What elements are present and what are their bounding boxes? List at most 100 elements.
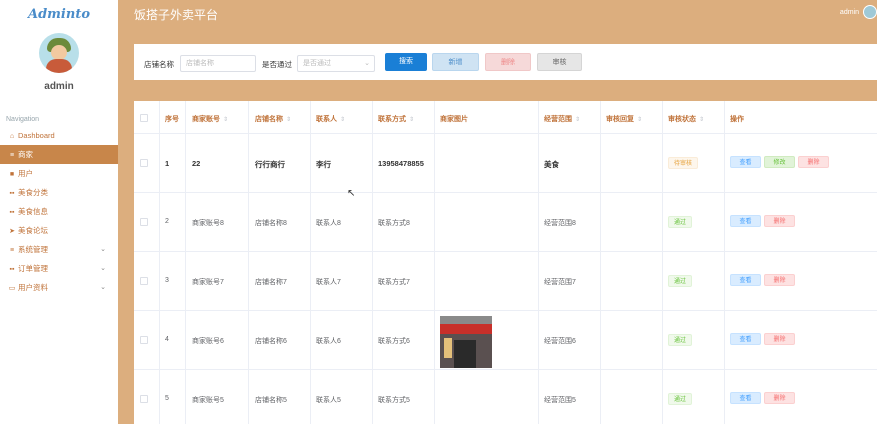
chevron-down-icon: ⌄ (100, 284, 106, 291)
column-header-account[interactable]: 商家账号 ⇕ (192, 114, 228, 124)
column-header-reply[interactable]: 审核回复 ⇕ (606, 114, 642, 124)
sidebar-item-system[interactable]: ≡ 系统管理 ⌄ (0, 240, 118, 259)
grid-icon: ▪▪ (9, 209, 15, 216)
sidebar-item-dashboard[interactable]: ⌂ Dashboard (0, 126, 118, 145)
passed-select[interactable]: 是否通过 ⌄ (297, 55, 375, 72)
column-header-phone[interactable]: 联系方式 ⇕ (378, 114, 414, 124)
merchant-image[interactable] (440, 316, 492, 368)
admin-avatar[interactable] (863, 5, 877, 19)
list-icon: ≡ (9, 247, 15, 254)
cell-contact: 李行 (316, 160, 331, 169)
cell-account: 22 (192, 159, 201, 168)
grid-icon: ▪▪ (9, 266, 15, 273)
avatar[interactable] (39, 33, 79, 73)
sort-icon[interactable]: ⇕ (409, 117, 414, 123)
cell-scope: 经营范围7 (544, 279, 576, 286)
sidebar-item-label: 系统管理 (18, 245, 48, 254)
add-button[interactable]: 新增 (432, 53, 479, 71)
delete-row-button[interactable]: 删除 (798, 156, 829, 168)
view-button[interactable]: 查看 (730, 333, 761, 345)
row-checkbox[interactable] (140, 395, 148, 403)
column-header-label: 联系方式 (378, 116, 406, 123)
cell-phone: 联系方式8 (378, 220, 410, 227)
sidebar-item-label: 美食分类 (18, 188, 48, 197)
cell-account: 商家账号5 (192, 397, 224, 404)
mouse-cursor-icon: ↖ (347, 188, 356, 199)
sort-icon[interactable]: ⇕ (637, 117, 642, 123)
status-badge: 待审核 (668, 157, 699, 169)
select-all-checkbox[interactable] (140, 114, 148, 122)
nav-section-title: Navigation (6, 116, 40, 123)
cell-contact: 联系人8 (316, 220, 341, 227)
sidebar-item-food-info[interactable]: ▪▪ 美食信息 (0, 202, 118, 221)
sort-icon[interactable]: ⇕ (340, 117, 345, 123)
cell-phone: 联系方式7 (378, 279, 410, 286)
cell-scope: 经营范围6 (544, 338, 576, 345)
sidebar-item-food-forum[interactable]: ➤ 美食论坛 (0, 221, 118, 240)
column-header-shop[interactable]: 店铺名称 ⇕ (255, 114, 291, 124)
table-row[interactable]: 4 商家账号6 店铺名称6 联系人6 联系方式6 经营范围6 通过 查看 删除 (134, 311, 877, 370)
sidebar-item-orders[interactable]: ▪▪ 订单管理 ⌄ (0, 259, 118, 278)
sidebar: Adminto admin Navigation ⌂ Dashboard ≡ 商家 … (0, 0, 118, 424)
sidebar-item-food-category[interactable]: ▪▪ 美食分类 (0, 183, 118, 202)
topbar: 饭搭子外卖平台 admin (118, 0, 877, 30)
delete-row-button[interactable]: 删除 (764, 392, 795, 404)
row-checkbox[interactable] (140, 159, 148, 167)
search-button[interactable]: 搜索 (385, 53, 427, 71)
view-button[interactable]: 查看 (730, 156, 761, 168)
cell-account: 商家账号7 (192, 279, 224, 286)
column-header-scope[interactable]: 经营范围 ⇕ (544, 114, 580, 124)
sidebar-item-merchant[interactable]: ≡ 商家 (0, 145, 118, 164)
status-badge: 通过 (668, 334, 693, 346)
chevron-down-icon: ⌄ (100, 246, 106, 253)
column-header-contact[interactable]: 联系人 ⇕ (316, 114, 345, 124)
column-header-status[interactable]: 审核状态 ⇕ (668, 114, 704, 124)
row-checkbox[interactable] (140, 277, 148, 285)
table-row[interactable]: 1 22 行行商行 李行 13958478855 美食 待审核 查看 修改 删除 (134, 134, 877, 193)
column-header-image: 商家图片 (440, 116, 468, 123)
sidebar-username: admin (44, 81, 74, 92)
column-header-actions: 操作 (730, 116, 744, 123)
cell-index: 4 (165, 336, 169, 343)
view-button[interactable]: 查看 (730, 215, 761, 227)
grid-icon: ▪▪ (9, 190, 15, 197)
status-badge: 通过 (668, 393, 693, 405)
admin-label[interactable]: admin (840, 9, 859, 16)
sort-icon[interactable]: ⇕ (286, 117, 291, 123)
cell-scope: 美食 (544, 160, 559, 169)
home-icon: ⌂ (9, 133, 15, 140)
brand-logo[interactable]: Adminto (0, 0, 118, 30)
view-button[interactable]: 查看 (730, 274, 761, 286)
row-checkbox[interactable] (140, 336, 148, 344)
sidebar-item-user[interactable]: ■ 用户 (0, 164, 118, 183)
passed-select-placeholder: 是否通过 (303, 60, 331, 67)
shop-name-input[interactable]: 店铺名称 (180, 55, 256, 72)
cell-contact: 联系人6 (316, 338, 341, 345)
table-row[interactable]: 3 商家账号7 店铺名称7 联系人7 联系方式7 经营范围7 通过 查看 删除 (134, 252, 877, 311)
sort-icon[interactable]: ⇕ (223, 117, 228, 123)
table-row[interactable]: 2 商家账号8 店铺名称8 联系人8 联系方式8 经营范围8 通过 查看 删除 (134, 193, 877, 252)
column-header-index: 序号 (165, 116, 179, 123)
cell-index: 3 (165, 277, 169, 284)
cell-scope: 经营范围5 (544, 397, 576, 404)
table-row[interactable]: 5 商家账号5 店铺名称5 联系人5 联系方式5 经营范围5 通过 查看 删除 (134, 370, 877, 424)
column-header-label: 联系人 (316, 116, 337, 123)
cell-account: 商家账号6 (192, 338, 224, 345)
column-header-label: 店铺名称 (255, 116, 283, 123)
edit-button[interactable]: 修改 (764, 156, 795, 168)
delete-row-button[interactable]: 删除 (764, 333, 795, 345)
user-icon: ■ (9, 171, 15, 178)
delete-row-button[interactable]: 删除 (764, 274, 795, 286)
view-button[interactable]: 查看 (730, 392, 761, 404)
audit-button[interactable]: 审核 (537, 53, 582, 71)
passed-label: 是否通过 (262, 60, 292, 69)
cell-phone: 联系方式6 (378, 338, 410, 345)
cell-account: 商家账号8 (192, 220, 224, 227)
sort-icon[interactable]: ⇕ (699, 117, 704, 123)
sort-icon[interactable]: ⇕ (575, 117, 580, 123)
delete-row-button[interactable]: 删除 (764, 215, 795, 227)
sidebar-item-profile[interactable]: ▭ 用户资料 ⌄ (0, 278, 118, 297)
cell-phone: 联系方式5 (378, 397, 410, 404)
row-checkbox[interactable] (140, 218, 148, 226)
delete-button[interactable]: 删除 (485, 53, 531, 71)
